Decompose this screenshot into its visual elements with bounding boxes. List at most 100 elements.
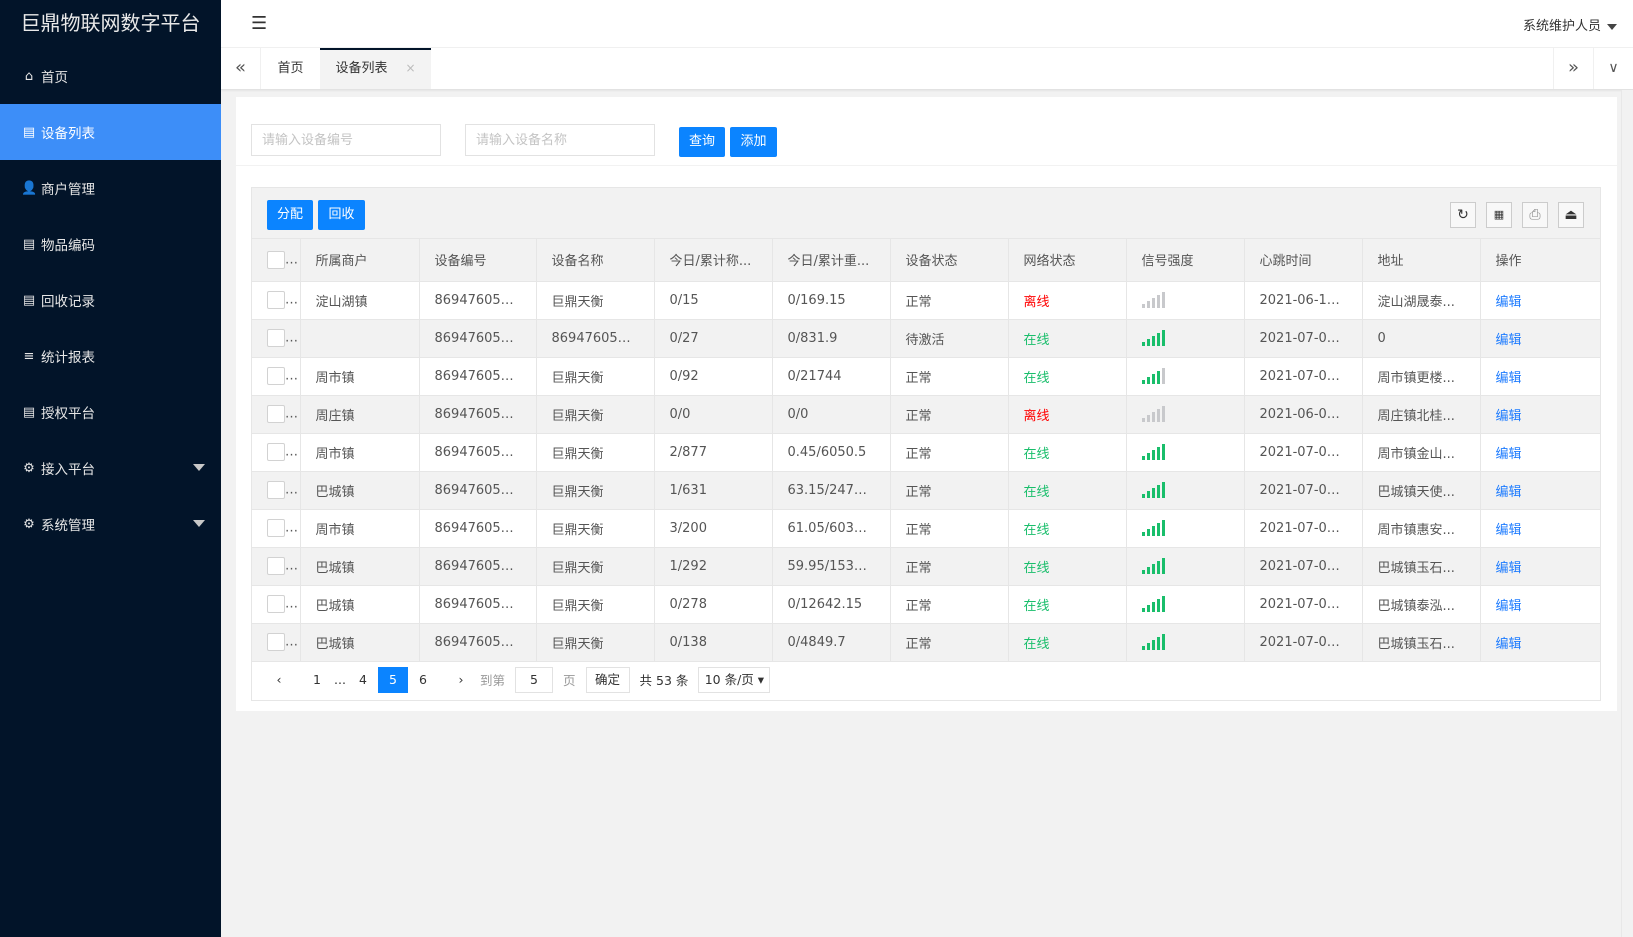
select-cell [252,433,301,472]
columns-icon[interactable]: ▦ [1486,202,1512,228]
page-scrollbar[interactable] [1621,90,1633,937]
signal-bar [1156,523,1160,536]
row-checkbox[interactable] [267,405,285,423]
tab-home[interactable]: 首页 [261,48,320,89]
sidebar-item[interactable]: ▤ 授权平台 [0,384,221,440]
cell-count: 1/292 [654,547,773,586]
row-checkbox[interactable] [267,595,285,613]
tab-label: 设备列表 [335,61,388,76]
cell-action: 编辑 [1480,585,1600,624]
edit-link[interactable]: 编辑 [1496,485,1522,500]
close-icon[interactable]: × [405,61,415,75]
cell-merchant [300,319,420,358]
signal-bar [1156,485,1160,498]
signal-bar [1156,409,1160,422]
column-header[interactable]: 操作 [1480,239,1600,282]
row-checkbox[interactable] [267,481,285,499]
signal-icon [1141,292,1165,308]
device-code-input[interactable] [251,124,441,156]
row-checkbox[interactable] [267,519,285,537]
row-checkbox[interactable] [267,557,285,575]
cell-name: 巨鼎天衡 [536,547,655,586]
cell-merchant: 周市镇 [300,509,420,548]
cell-heartbeat: 2021-07-02 ... [1244,509,1363,548]
sidebar-item[interactable]: 👤 商户管理 [0,160,221,216]
confirm-button[interactable]: 确定 [585,666,630,693]
cell-code: 8694760552... [419,471,537,510]
print-icon[interactable]: ⎙ [1522,202,1548,228]
refresh-icon[interactable]: ↻ [1450,202,1476,228]
collapse-menu-icon[interactable]: ☰ [251,13,267,34]
goto-page-input[interactable]: 5 [515,666,554,693]
row-checkbox[interactable] [267,443,285,461]
device-name-input[interactable] [465,124,655,156]
tabs-dropdown-icon[interactable]: ∨ [1593,48,1633,89]
edit-link[interactable]: 编辑 [1496,561,1522,576]
column-header[interactable]: 今日/累计重... [772,239,891,282]
row-checkbox[interactable] [267,633,285,651]
user-menu[interactable]: 系统维护人员 [1523,15,1617,34]
cell-net: 在线 [1008,547,1127,586]
edit-link[interactable]: 编辑 [1496,295,1522,310]
assign-button[interactable]: 分配 [267,200,313,230]
signal-bar [1161,596,1165,612]
column-header[interactable]: 所属商户 [300,239,420,282]
page-button[interactable]: 4 [348,667,378,693]
row-checkbox[interactable] [267,329,285,347]
column-header[interactable]: 设备名称 [536,239,655,282]
column-header[interactable]: 信号强度 [1126,239,1245,282]
row-checkbox[interactable] [267,367,285,385]
signal-icon [1141,330,1165,346]
sidebar-item[interactable]: ▤ 设备列表 [0,104,221,160]
column-header[interactable]: 网络状态 [1008,239,1127,282]
sidebar-item[interactable]: ⚙ 系统管理 [0,496,221,552]
edit-link[interactable]: 编辑 [1496,637,1522,652]
column-header[interactable]: 设备状态 [890,239,1009,282]
sidebar-item[interactable]: ≡ 统计报表 [0,328,221,384]
tabs-scroll-left-icon[interactable]: « [221,48,261,89]
export-icon[interactable]: ⏏ [1558,202,1584,228]
edit-link[interactable]: 编辑 [1496,447,1522,462]
cell-weight: 0/169.15 [772,281,891,320]
page-size-select[interactable]: 10 条/页 ▾ [698,666,771,693]
edit-link[interactable]: 编辑 [1496,523,1522,538]
page-button[interactable]: 5 [378,666,408,693]
add-button[interactable]: 添加 [730,127,777,157]
sidebar-item-label: 系统管理 [41,518,95,534]
recycle-button[interactable]: 回收 [318,200,365,230]
cell-weight: 63.15/24785... [772,471,891,510]
tabs-scroll-right-icon[interactable]: » [1553,48,1593,89]
sidebar-item[interactable]: ▤ 回收记录 [0,272,221,328]
column-header[interactable]: 今日/累计称... [654,239,773,282]
query-button[interactable]: 查询 [679,127,725,157]
tab-device-list[interactable]: 设备列表 × [320,48,431,89]
edit-link[interactable]: 编辑 [1496,409,1522,424]
edit-link[interactable]: 编辑 [1496,599,1522,614]
select-all-checkbox[interactable] [267,250,285,269]
cell-address: 周市镇惠安... [1362,509,1481,548]
cell-net: 在线 [1008,623,1127,662]
signal-bar [1161,368,1165,384]
cell-signal [1126,585,1245,624]
column-header[interactable]: 地址 [1362,239,1481,282]
sidebar-item[interactable]: ⌂ 首页 [0,48,221,104]
prev-page-icon[interactable]: ‹ [264,667,294,693]
signal-bar [1161,444,1165,460]
cell-net: 在线 [1008,433,1127,472]
next-page-icon[interactable]: › [446,667,476,693]
sidebar-item[interactable]: ▤ 物品编码 [0,216,221,272]
row-checkbox[interactable] [267,291,285,309]
gear-icon: ⚙ [23,516,35,532]
column-header[interactable]: 设备编号 [419,239,537,282]
cell-signal [1126,433,1245,472]
edit-link[interactable]: 编辑 [1496,333,1522,348]
cell-weight: 0/831.9 [772,319,891,358]
column-header[interactable]: 心跳时间 [1244,239,1363,282]
page-button[interactable]: 1 [302,667,332,693]
sidebar-item[interactable]: ⚙ 接入平台 [0,440,221,496]
signal-bar [1151,564,1155,574]
page-button[interactable]: 6 [408,667,438,693]
signal-bar [1141,304,1145,308]
edit-link[interactable]: 编辑 [1496,371,1522,386]
cell-address: 周庄镇北桂... [1362,395,1481,434]
